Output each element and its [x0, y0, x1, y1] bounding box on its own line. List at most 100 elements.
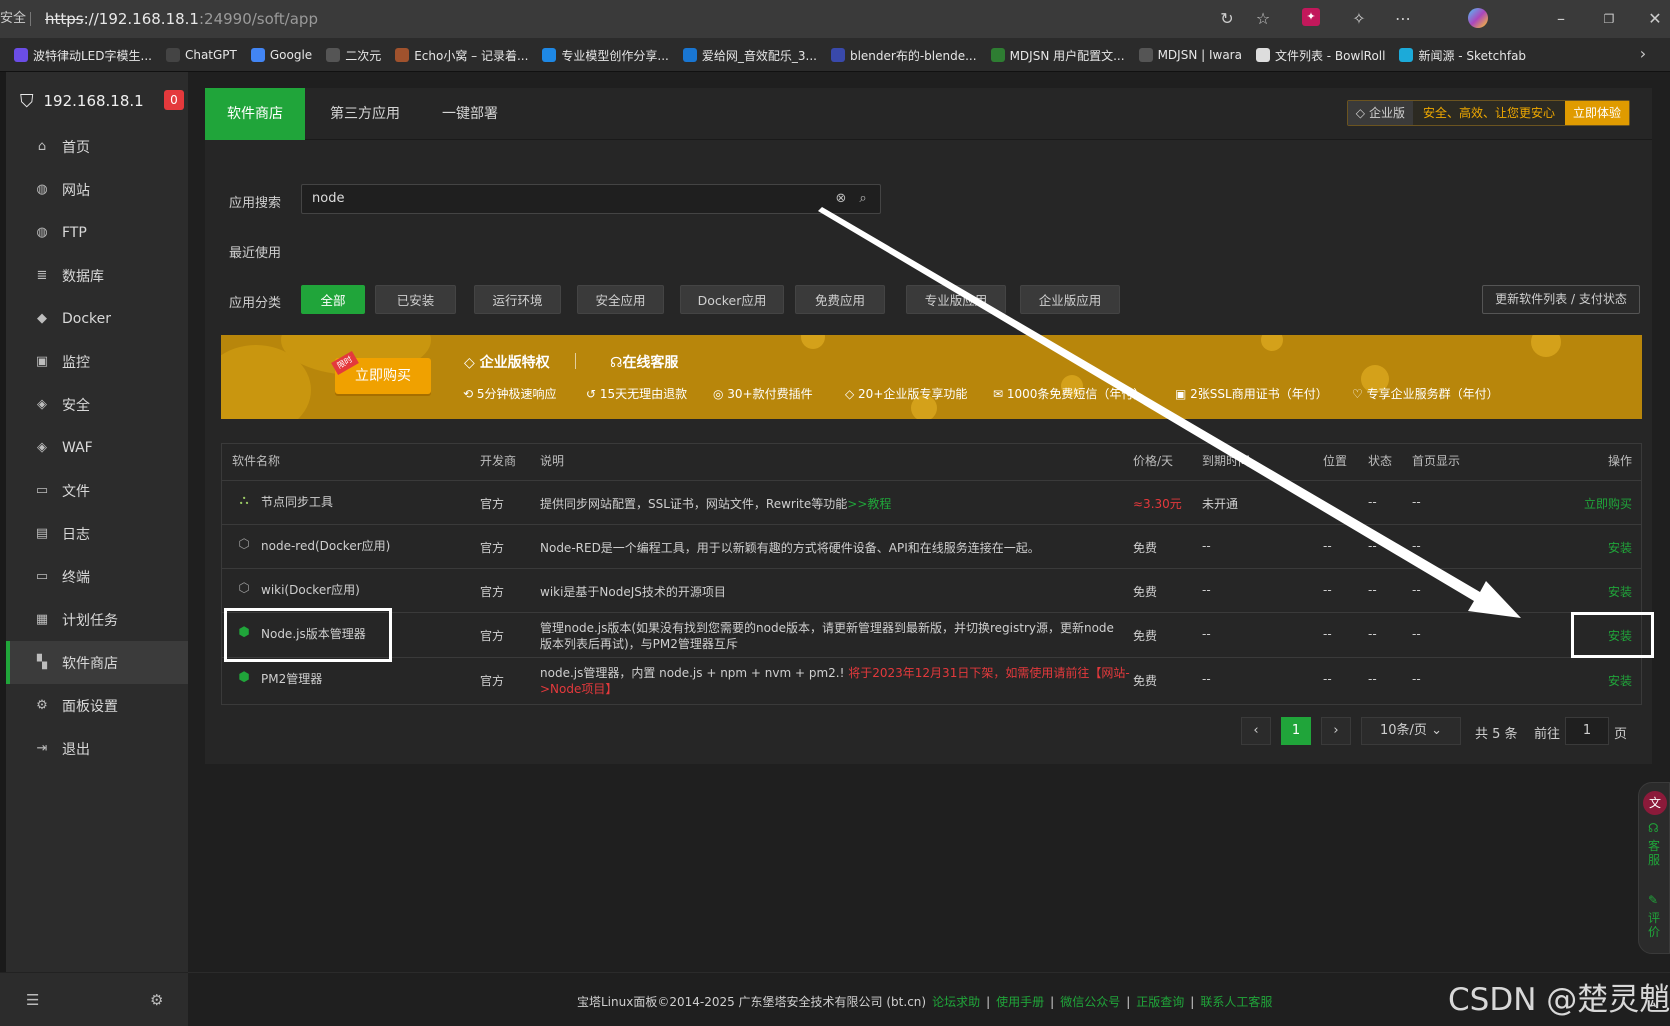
bookmark-item[interactable]: 爱给网_音效配乐_3...: [682, 47, 817, 64]
footer-link[interactable]: 论坛求助: [932, 995, 980, 1009]
column-header: 软件名称: [232, 454, 281, 468]
bookmark-item[interactable]: 文件列表 - BowlRoll: [1255, 47, 1385, 64]
address-separator: [30, 12, 31, 26]
bookmark-item[interactable]: blender布的-blende...: [830, 47, 977, 64]
sidebar-item-2[interactable]: ◍ FTP: [6, 211, 188, 254]
bookmark-item[interactable]: 波特律动LED字模生...: [14, 47, 152, 64]
bookmark-item[interactable]: Echo小窝 – 记录着...: [395, 47, 528, 64]
footer-link[interactable]: 正版查询: [1136, 995, 1184, 1009]
goto-page-input[interactable]: 1: [1565, 717, 1609, 745]
buy-button[interactable]: 立即购买: [1584, 495, 1632, 512]
category-6[interactable]: 专业版应用: [906, 285, 1006, 314]
software-name[interactable]: node-red(Docker应用): [261, 537, 390, 554]
folder-icon: [326, 48, 341, 62]
install-button[interactable]: 安装: [1608, 672, 1632, 689]
more-menu-icon[interactable]: ⋯: [1392, 8, 1414, 30]
category-3[interactable]: 安全应用: [577, 285, 664, 314]
next-page-button[interactable]: ›: [1321, 717, 1351, 745]
bookmark-item[interactable]: MDJSN | Iwara: [1138, 48, 1242, 62]
category-7[interactable]: 企业版应用: [1020, 285, 1120, 314]
sidebar-item-8[interactable]: ▭ 文件: [6, 469, 188, 512]
sidebar-header[interactable]: ⛉ 192.168.18.1 0: [20, 86, 186, 116]
tab-third-party[interactable]: 第三方应用: [315, 88, 415, 140]
footer-link[interactable]: 使用手册: [996, 995, 1044, 1009]
address-bar[interactable]: 安全 https://192.168.18.1:24990/soft/app: [0, 4, 1310, 34]
page-1-button[interactable]: 1: [1281, 717, 1311, 745]
category-2[interactable]: 运行环境: [474, 285, 561, 314]
bookmark-item[interactable]: 二次元: [326, 47, 381, 64]
tab-one-click-deploy[interactable]: 一键部署: [425, 88, 515, 140]
service-headset-icon[interactable]: ☊: [1648, 821, 1659, 835]
search-input[interactable]: node ⊗ ⌕: [301, 184, 881, 214]
sidebar-item-3[interactable]: ≣ 数据库: [6, 254, 188, 297]
enterprise-privilege[interactable]: ◇ 企业版特权: [464, 352, 550, 372]
expire: --: [1202, 539, 1211, 553]
settings-gear-icon[interactable]: ⚙: [150, 991, 163, 1009]
sidebar-item-0[interactable]: ⌂ 首页: [6, 125, 188, 168]
bookmark-item[interactable]: ChatGPT: [165, 48, 237, 62]
bookmark-item[interactable]: Google: [250, 48, 312, 62]
enterprise-promo[interactable]: ◇ 企业版 安全、高效、让您更安心 立即体验: [1346, 100, 1630, 126]
sidebar-item-11[interactable]: ▦ 计划任务: [6, 598, 188, 641]
bookmarks-more-chevron-icon[interactable]: ›: [1632, 43, 1654, 65]
terminal-icon: ▭: [35, 569, 49, 584]
bookmark-item[interactable]: 新闻源 - Sketchfab: [1399, 47, 1526, 64]
software-name[interactable]: wiki(Docker应用): [261, 581, 360, 598]
sidebar-item-label: 安全: [62, 397, 90, 414]
sidebar-item-14[interactable]: ⇥ 退出: [6, 727, 188, 770]
close-window-icon[interactable]: ✕: [1644, 8, 1666, 30]
sidebar-item-label: 数据库: [62, 268, 104, 285]
install-button[interactable]: 安装: [1608, 539, 1632, 556]
column-header: 状态: [1368, 454, 1393, 468]
software-name[interactable]: PM2管理器: [261, 670, 322, 687]
bookmark-item[interactable]: MDJSN 用户配置文...: [990, 47, 1125, 64]
sidebar-item-13[interactable]: ⚙ 面板设置: [6, 684, 188, 727]
sidebar-item-5[interactable]: ▣ 监控: [6, 340, 188, 383]
category-4[interactable]: Docker应用: [680, 285, 784, 314]
highlight-box-nodejs: [224, 608, 392, 662]
extension-icon[interactable]: ✦: [1302, 8, 1320, 26]
alert-count-badge[interactable]: 0: [164, 90, 184, 110]
restore-icon[interactable]: ❐: [1598, 8, 1620, 30]
copilot-icon[interactable]: [1468, 8, 1488, 28]
online-service[interactable]: ☊在线客服: [610, 352, 678, 372]
tab-software-store[interactable]: 软件商店: [205, 88, 305, 140]
description: wiki是基于NodeJS技术的开源项目: [540, 585, 726, 599]
search-value[interactable]: node: [312, 185, 344, 213]
sidebar-item-12[interactable]: ▚ 软件商店: [6, 641, 188, 684]
search-icon[interactable]: ⌕: [854, 190, 872, 208]
service-link[interactable]: 客服: [1648, 839, 1662, 867]
url-text[interactable]: https://192.168.18.1:24990/soft/app: [45, 4, 318, 34]
minimize-icon[interactable]: –: [1550, 8, 1572, 30]
footer-link[interactable]: 联系人工客服: [1200, 995, 1272, 1009]
sidebar-item-9[interactable]: ▤ 日志: [6, 512, 188, 555]
install-button[interactable]: 安装: [1608, 583, 1632, 600]
page-size-select[interactable]: 10条/页 ⌄: [1361, 717, 1461, 745]
sidebar-item-7[interactable]: ◈ WAF: [6, 426, 188, 469]
favorite-star-icon[interactable]: ☆: [1252, 8, 1274, 30]
bookmark-item[interactable]: 专业模型创作分享...: [542, 47, 669, 64]
software-name[interactable]: 节点同步工具: [261, 493, 333, 510]
bookmark-label: MDJSN | Iwara: [1157, 48, 1242, 62]
sidebar-item-10[interactable]: ▭ 终端: [6, 555, 188, 598]
clear-search-icon[interactable]: ⊗: [832, 190, 850, 208]
review-edit-icon[interactable]: ✎: [1648, 893, 1658, 907]
sidebar-item-4[interactable]: ◆ Docker: [6, 297, 188, 340]
try-now-button[interactable]: 立即体验: [1564, 101, 1629, 125]
extensions-puzzle-icon[interactable]: ✧: [1348, 8, 1370, 30]
sidebar-item-1[interactable]: ◍ 网站: [6, 168, 188, 211]
category-1[interactable]: 已安装: [375, 285, 456, 314]
collapse-menu-icon[interactable]: ☰: [26, 991, 39, 1009]
tutorial-link[interactable]: >>教程: [847, 497, 891, 511]
chat-icon: ⟲: [463, 387, 477, 401]
translate-float-icon[interactable]: 文: [1643, 791, 1667, 815]
review-link[interactable]: 评价: [1648, 911, 1662, 939]
footer-link[interactable]: 微信公众号: [1060, 995, 1120, 1009]
sidebar-item-6[interactable]: ◈ 安全: [6, 383, 188, 426]
refresh-list-button[interactable]: 更新软件列表 / 支付状态: [1482, 285, 1640, 314]
prev-page-button[interactable]: ‹: [1241, 717, 1271, 745]
translate-icon[interactable]: ↻: [1216, 8, 1238, 30]
security-label[interactable]: 安全: [0, 4, 28, 34]
category-0[interactable]: 全部: [301, 285, 365, 314]
category-5[interactable]: 免费应用: [795, 285, 885, 314]
